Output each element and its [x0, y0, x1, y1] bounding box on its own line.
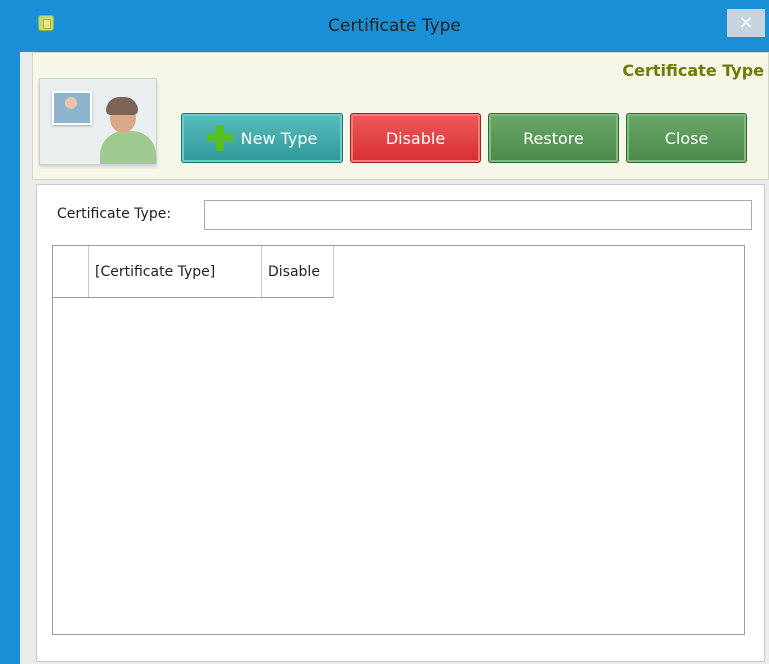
- column-header-certificate-type[interactable]: [Certificate Type]: [89, 246, 262, 297]
- user-card-icon: [39, 78, 157, 165]
- restore-label: Restore: [523, 128, 584, 148]
- disable-label: Disable: [385, 128, 446, 148]
- disable-button[interactable]: Disable: [350, 113, 481, 163]
- content-panel: Certificate Type: [Certificate Type] Dis…: [36, 184, 765, 662]
- certificate-type-label: Certificate Type:: [57, 206, 172, 222]
- column-header-disable[interactable]: Disable: [262, 246, 334, 297]
- person-body: [100, 131, 156, 164]
- header-title: Certificate Type: [622, 61, 764, 80]
- person-hair: [106, 97, 138, 115]
- close-button[interactable]: Close: [626, 113, 747, 163]
- client-area: Certificate Type New Type Disable Restor…: [32, 52, 769, 664]
- title-bar[interactable]: Certificate Type ×: [20, 0, 769, 52]
- grid-header: [Certificate Type] Disable: [53, 246, 334, 298]
- window-title: Certificate Type: [328, 16, 461, 36]
- certificate-type-input[interactable]: [204, 200, 752, 230]
- close-label: Close: [664, 128, 709, 148]
- row-selector-header[interactable]: [53, 246, 89, 297]
- new-type-label: New Type: [240, 128, 318, 148]
- window-close-button[interactable]: ×: [727, 9, 765, 37]
- restore-button[interactable]: Restore: [488, 113, 619, 163]
- header-band: Certificate Type New Type Disable Restor…: [32, 52, 769, 180]
- new-type-button[interactable]: New Type: [181, 113, 343, 163]
- plus-icon: [206, 125, 233, 151]
- dialog-window: Certificate Type × Certificate Type New …: [20, 0, 769, 664]
- certificate-type-grid[interactable]: [Certificate Type] Disable: [52, 245, 745, 635]
- id-card-icon: [52, 91, 92, 125]
